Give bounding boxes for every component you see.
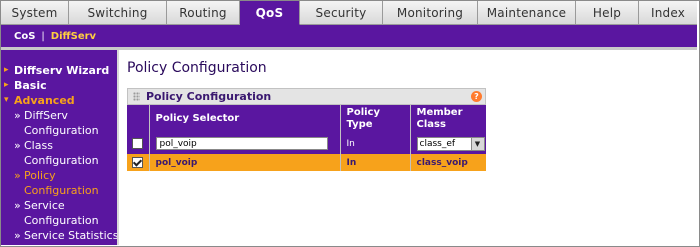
bullet-icon: »	[14, 229, 21, 242]
column-header-member-class: Member Class	[409, 105, 486, 133]
policy-panel: Policy Configuration ? Policy Selector P…	[127, 88, 486, 171]
sub-nav: CoS | DiffServ	[1, 25, 697, 47]
policy-table: Policy Selector PolicyType MemberClass I…	[127, 105, 486, 171]
row-checkbox[interactable]	[132, 157, 144, 168]
bullet-icon: »	[14, 109, 21, 122]
page-title: Policy Configuration	[127, 60, 267, 76]
sidebar-item-diffserv-configuration[interactable]: DiffServ	[24, 109, 68, 122]
subnav-separator: |	[41, 30, 45, 42]
subnav-cos-link[interactable]: CoS	[14, 31, 35, 42]
chevron-right-icon: ▸	[4, 65, 9, 75]
chevron-down-icon: ▾	[4, 95, 9, 105]
bullet-icon: »	[14, 169, 21, 182]
bullet-icon: »	[14, 199, 21, 212]
sidebar: ▸ Diffserv Wizard ▸ Basic ▾ Advanced » D…	[1, 50, 118, 245]
input-row-member-cell: class_ef ▼	[409, 133, 486, 154]
chevron-right-icon: ▸	[4, 80, 9, 90]
row-member-class: class_voip	[409, 154, 486, 171]
input-row-type: In	[339, 133, 410, 154]
column-header-policy-selector: Policy Selector	[148, 105, 340, 133]
help-icon[interactable]: ?	[471, 91, 482, 102]
chevron-down-icon[interactable]: ▼	[470, 137, 484, 150]
table-header-row: Policy Selector Policy Type Member Class	[127, 105, 486, 133]
policy-selector-input[interactable]	[155, 137, 328, 150]
sidebar-item-service-statistics[interactable]: Service Statistics	[24, 229, 118, 242]
tab-routing[interactable]: Routing	[167, 1, 240, 25]
tab-help[interactable]: Help	[576, 1, 639, 25]
sidebar-item-service-configuration-line2[interactable]: Configuration	[24, 214, 99, 227]
sidebar-item-class-configuration-line2[interactable]: Configuration	[24, 154, 99, 167]
row-policy-selector: pol_voip	[148, 154, 340, 171]
input-row: In class_ef ▼	[127, 133, 486, 154]
column-header-policy-type: Policy Type	[339, 105, 410, 133]
main-nav-tabs: System Switching Routing QoS Security Mo…	[1, 1, 697, 25]
sidebar-item-service-configuration[interactable]: Service	[24, 199, 65, 212]
tab-maintenance[interactable]: Maintenance	[478, 1, 576, 25]
tab-index[interactable]: Index	[639, 1, 697, 25]
tab-qos[interactable]: QoS	[240, 1, 300, 25]
member-class-select-value: class_ef	[419, 138, 456, 149]
subnav-diffserv-link[interactable]: DiffServ	[51, 31, 96, 42]
sidebar-item-diffserv-configuration-line2[interactable]: Configuration	[24, 124, 99, 137]
tab-monitoring[interactable]: Monitoring	[383, 1, 478, 25]
grip-icon	[133, 92, 140, 101]
tab-system[interactable]: System	[1, 1, 69, 25]
row-policy-type: In	[339, 154, 410, 171]
tab-security[interactable]: Security	[300, 1, 383, 25]
row-select-cell	[127, 154, 149, 171]
tab-switching[interactable]: Switching	[69, 1, 167, 25]
input-row-select-cell	[127, 133, 149, 154]
sidebar-item-policy-configuration-line2[interactable]: Configuration	[24, 184, 99, 197]
sidebar-divider	[117, 50, 119, 245]
column-header-select	[127, 105, 149, 133]
member-class-select[interactable]: class_ef ▼	[416, 136, 485, 151]
bullet-icon: »	[14, 139, 21, 152]
sidebar-item-basic[interactable]: Basic	[14, 79, 47, 92]
panel-header: Policy Configuration ?	[127, 88, 486, 105]
sidebar-item-diffserv-wizard[interactable]: Diffserv Wizard	[14, 64, 109, 77]
table-row[interactable]: pol_voip In class_voip	[127, 154, 486, 171]
input-row-selector-cell	[148, 133, 340, 154]
panel-title: Policy Configuration	[146, 90, 272, 103]
sidebar-item-advanced[interactable]: Advanced	[14, 94, 75, 107]
sidebar-item-policy-configuration[interactable]: Policy	[24, 169, 56, 182]
sidebar-item-class-configuration[interactable]: Class	[24, 139, 53, 152]
input-row-checkbox[interactable]	[132, 138, 144, 149]
